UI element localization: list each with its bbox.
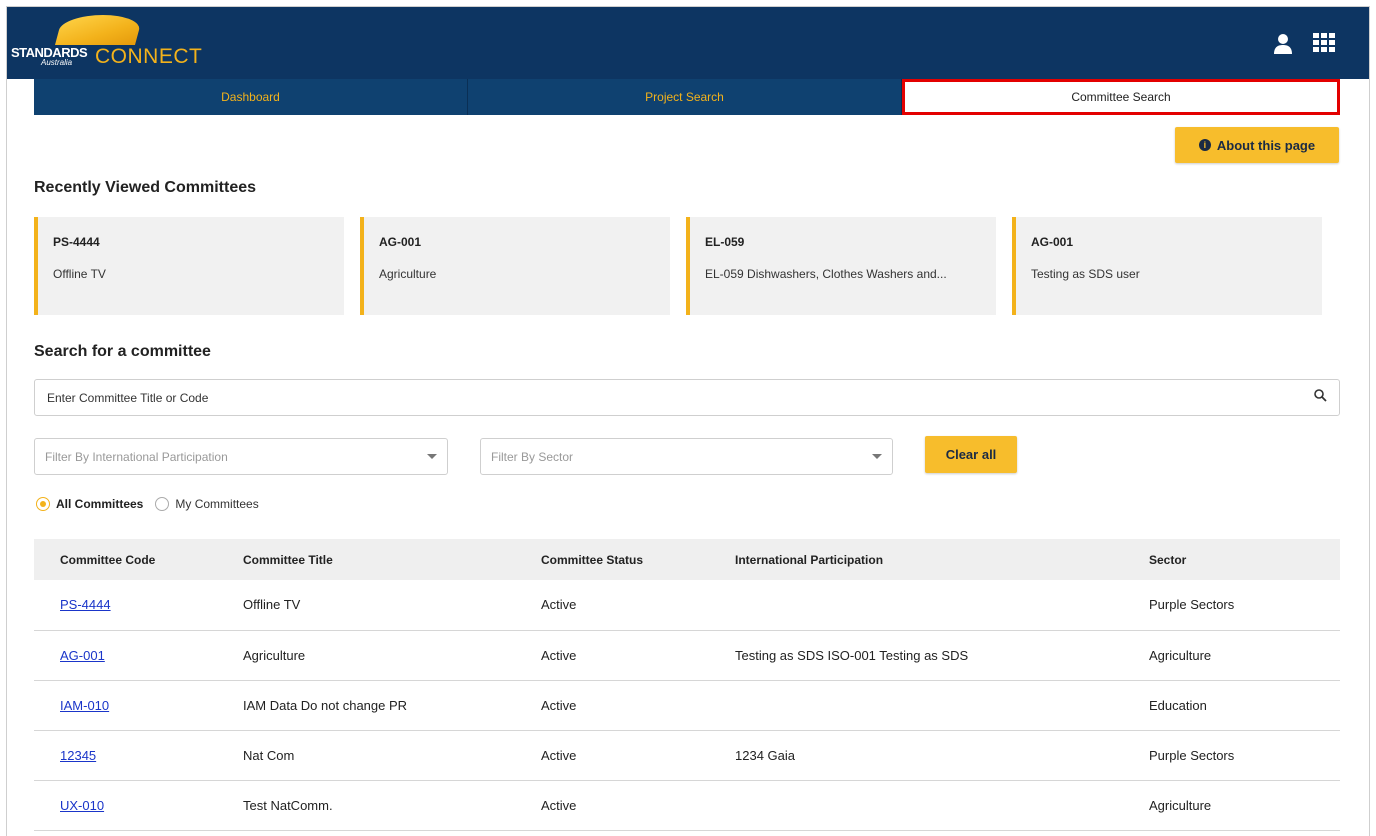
cell-status: Active — [541, 697, 577, 713]
committee-code-link[interactable]: IAM-010 — [60, 698, 109, 713]
committee-code-link[interactable]: AG-001 — [60, 648, 105, 663]
tab-dashboard[interactable]: Dashboard — [34, 79, 468, 115]
logo-wing-icon — [54, 15, 144, 45]
cell-international: Testing as SDS ISO-001 Testing as SDS — [735, 647, 969, 663]
cell-sector: Purple Sectors — [1149, 747, 1235, 763]
main-nav: Dashboard Project Search Committee Searc… — [34, 79, 1340, 115]
tab-project-search[interactable]: Project Search — [468, 79, 902, 115]
search-heading: Search for a committee — [34, 343, 211, 360]
cell-status: Active — [541, 597, 577, 613]
table-header-row: Committee Code Committee Title Committee… — [34, 539, 1340, 580]
recent-card-code: AG-001 — [1031, 235, 1074, 249]
about-this-page-button[interactable]: i About this page — [1175, 127, 1339, 163]
international-participation-filter[interactable]: Filter By International Participation — [34, 438, 448, 475]
cell-title: IAM Data Do not change PR — [243, 697, 408, 713]
radio-my-committees[interactable]: My Committees — [155, 497, 259, 511]
top-header: STANDARDS Australia CONNECT — [7, 7, 1369, 79]
cell-title: Agriculture — [243, 647, 306, 663]
recent-card-code: AG-001 — [379, 235, 422, 249]
search-icon[interactable] — [1314, 388, 1327, 407]
apps-grid-icon[interactable] — [1313, 33, 1337, 55]
recent-card[interactable]: PS-4444 Offline TV — [34, 217, 344, 315]
cell-sector: Agriculture — [1149, 647, 1212, 663]
committee-code-link[interactable]: UX-010 — [60, 798, 104, 813]
radio-all-committees[interactable]: All Committees — [36, 497, 143, 511]
cell-status: Active — [541, 647, 577, 663]
column-header-international[interactable]: International Participation — [709, 539, 1123, 580]
recent-committees-cards: PS-4444 Offline TV AG-001 Agriculture EL… — [34, 217, 1324, 315]
logo-connect-text: CONNECT — [95, 45, 203, 68]
recent-card[interactable]: AG-001 Agriculture — [360, 217, 670, 315]
cell-code: IAM-010 — [34, 680, 217, 730]
recent-card-title: Agriculture — [379, 267, 437, 281]
about-button-label: About this page — [1216, 137, 1316, 153]
cell-international — [709, 580, 1123, 630]
info-icon: i — [1198, 139, 1211, 151]
cell-code: 12345 — [34, 730, 217, 780]
cell-title: Offline TV — [243, 597, 301, 613]
committee-results-table: Committee Code Committee Title Committee… — [34, 539, 1340, 831]
logo-australia-text: Australia — [41, 58, 73, 67]
cell-code: PS-4444 — [34, 580, 217, 630]
recent-card-code: PS-4444 — [53, 235, 100, 249]
committee-code-link[interactable]: 12345 — [60, 748, 96, 763]
app-frame: STANDARDS Australia CONNECT Dashboard Pr… — [6, 6, 1370, 836]
recent-committees-heading: Recently Viewed Committees — [34, 179, 257, 196]
cell-title: Nat Com — [243, 747, 295, 763]
table-row: IAM-010 IAM Data Do not change PR Active… — [34, 680, 1340, 730]
radio-selected-icon — [36, 497, 50, 511]
column-header-title[interactable]: Committee Title — [217, 539, 515, 580]
recent-card[interactable]: AG-001 Testing as SDS user — [1012, 217, 1322, 315]
cell-international: 1234 Gaia — [735, 747, 795, 763]
standards-connect-logo[interactable]: STANDARDS Australia CONNECT — [11, 13, 211, 73]
recent-card-title: EL-059 Dishwashers, Clothes Washers and.… — [705, 267, 947, 281]
cell-international — [709, 680, 1123, 730]
column-header-status[interactable]: Committee Status — [515, 539, 709, 580]
column-header-sector[interactable]: Sector — [1123, 539, 1340, 580]
sector-filter-placeholder: Filter By Sector — [491, 449, 574, 464]
recent-card-title: Offline TV — [53, 267, 106, 281]
radio-mine-label: My Committees — [175, 497, 259, 511]
cell-sector: Agriculture — [1149, 797, 1212, 813]
recent-card-code: EL-059 — [705, 235, 745, 249]
international-filter-placeholder: Filter By International Participation — [45, 449, 228, 464]
table-row: UX-010 Test NatComm. Active Agriculture — [34, 780, 1340, 830]
committee-scope-radios: All Committees My Committees — [36, 497, 271, 511]
chevron-down-icon — [427, 454, 437, 459]
cell-sector: Purple Sectors — [1149, 597, 1235, 613]
column-header-code[interactable]: Committee Code — [34, 539, 217, 580]
chevron-down-icon — [872, 454, 882, 459]
cell-status: Active — [541, 797, 577, 813]
sector-filter[interactable]: Filter By Sector — [480, 438, 893, 475]
committee-search-box — [34, 379, 1340, 416]
committee-code-link[interactable]: PS-4444 — [60, 597, 111, 612]
cell-title: Test NatComm. — [243, 797, 333, 813]
cell-sector: Education — [1149, 697, 1207, 713]
user-icon[interactable] — [1273, 33, 1297, 55]
clear-all-button[interactable]: Clear all — [925, 436, 1017, 473]
cell-status: Active — [541, 747, 577, 763]
table-row: 12345 Nat Com Active 1234 Gaia Purple Se… — [34, 730, 1340, 780]
cell-code: AG-001 — [34, 630, 217, 680]
tab-committee-search[interactable]: Committee Search — [902, 79, 1340, 115]
recent-card[interactable]: EL-059 EL-059 Dishwashers, Clothes Washe… — [686, 217, 996, 315]
radio-all-label: All Committees — [56, 497, 144, 511]
cell-code: UX-010 — [34, 780, 217, 830]
radio-unselected-icon — [155, 497, 170, 511]
committee-search-input[interactable] — [47, 390, 1314, 405]
table-row: PS-4444 Offline TV Active Purple Sectors — [34, 580, 1340, 630]
table-row: AG-001 Agriculture Active Testing as SDS… — [34, 630, 1340, 680]
recent-card-title: Testing as SDS user — [1031, 267, 1140, 281]
cell-international — [709, 780, 1123, 830]
